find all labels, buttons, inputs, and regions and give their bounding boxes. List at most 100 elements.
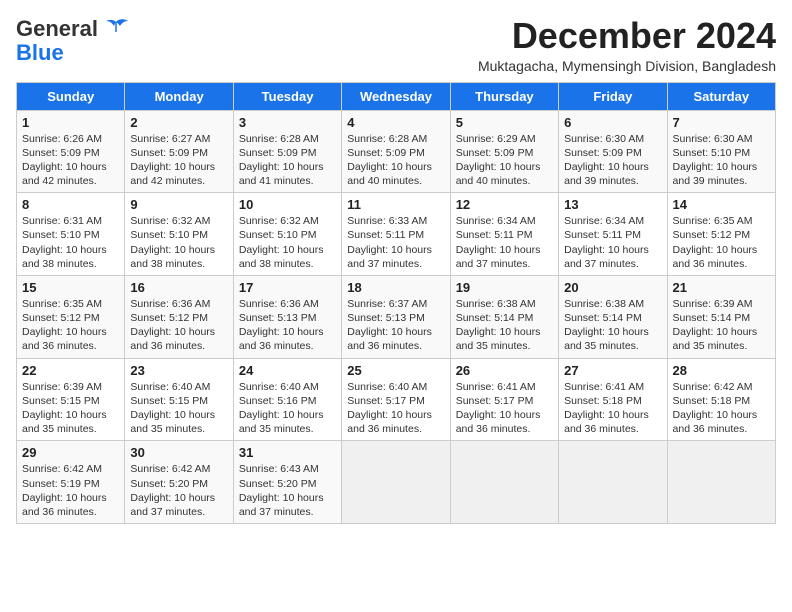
day-number: 22 [22,363,119,378]
day-detail: Sunrise: 6:40 AMSunset: 5:16 PMDaylight:… [239,380,336,437]
calendar-cell: 26 Sunrise: 6:41 AMSunset: 5:17 PMDaylig… [450,358,558,441]
day-detail: Sunrise: 6:28 AMSunset: 5:09 PMDaylight:… [239,132,336,189]
day-detail: Sunrise: 6:42 AMSunset: 5:19 PMDaylight:… [22,462,119,519]
day-number: 21 [673,280,770,295]
day-number: 29 [22,445,119,460]
day-detail: Sunrise: 6:33 AMSunset: 5:11 PMDaylight:… [347,214,444,271]
day-detail: Sunrise: 6:37 AMSunset: 5:13 PMDaylight:… [347,297,444,354]
calendar-cell: 2 Sunrise: 6:27 AMSunset: 5:09 PMDayligh… [125,110,233,193]
day-detail: Sunrise: 6:38 AMSunset: 5:14 PMDaylight:… [456,297,553,354]
col-sunday: Sunday [17,82,125,110]
calendar-week-row: 8 Sunrise: 6:31 AMSunset: 5:10 PMDayligh… [17,193,776,276]
day-detail: Sunrise: 6:42 AMSunset: 5:18 PMDaylight:… [673,380,770,437]
col-tuesday: Tuesday [233,82,341,110]
day-number: 10 [239,197,336,212]
logo: General Blue [16,16,130,66]
day-detail: Sunrise: 6:35 AMSunset: 5:12 PMDaylight:… [673,214,770,271]
day-number: 27 [564,363,661,378]
day-number: 4 [347,115,444,130]
day-number: 14 [673,197,770,212]
calendar-cell: 18 Sunrise: 6:37 AMSunset: 5:13 PMDaylig… [342,275,450,358]
col-wednesday: Wednesday [342,82,450,110]
day-detail: Sunrise: 6:31 AMSunset: 5:10 PMDaylight:… [22,214,119,271]
calendar-cell: 1 Sunrise: 6:26 AMSunset: 5:09 PMDayligh… [17,110,125,193]
calendar-cell: 27 Sunrise: 6:41 AMSunset: 5:18 PMDaylig… [559,358,667,441]
calendar-cell: 31 Sunrise: 6:43 AMSunset: 5:20 PMDaylig… [233,441,341,524]
day-number: 9 [130,197,227,212]
day-detail: Sunrise: 6:27 AMSunset: 5:09 PMDaylight:… [130,132,227,189]
day-number: 24 [239,363,336,378]
location-subtitle: Muktagacha, Mymensingh Division, Banglad… [478,58,776,74]
day-detail: Sunrise: 6:42 AMSunset: 5:20 PMDaylight:… [130,462,227,519]
calendar-cell: 13 Sunrise: 6:34 AMSunset: 5:11 PMDaylig… [559,193,667,276]
day-number: 17 [239,280,336,295]
calendar-cell: 28 Sunrise: 6:42 AMSunset: 5:18 PMDaylig… [667,358,775,441]
day-number: 26 [456,363,553,378]
day-number: 7 [673,115,770,130]
day-number: 5 [456,115,553,130]
calendar-cell: 20 Sunrise: 6:38 AMSunset: 5:14 PMDaylig… [559,275,667,358]
day-number: 25 [347,363,444,378]
calendar-cell: 6 Sunrise: 6:30 AMSunset: 5:09 PMDayligh… [559,110,667,193]
calendar-cell: 25 Sunrise: 6:40 AMSunset: 5:17 PMDaylig… [342,358,450,441]
day-number: 16 [130,280,227,295]
col-thursday: Thursday [450,82,558,110]
calendar-week-row: 22 Sunrise: 6:39 AMSunset: 5:15 PMDaylig… [17,358,776,441]
day-detail: Sunrise: 6:36 AMSunset: 5:13 PMDaylight:… [239,297,336,354]
day-number: 20 [564,280,661,295]
calendar-cell: 16 Sunrise: 6:36 AMSunset: 5:12 PMDaylig… [125,275,233,358]
logo-blue-text: Blue [16,40,64,65]
calendar-cell: 9 Sunrise: 6:32 AMSunset: 5:10 PMDayligh… [125,193,233,276]
day-detail: Sunrise: 6:35 AMSunset: 5:12 PMDaylight:… [22,297,119,354]
day-number: 31 [239,445,336,460]
day-number: 15 [22,280,119,295]
calendar-cell [450,441,558,524]
col-monday: Monday [125,82,233,110]
calendar-cell: 8 Sunrise: 6:31 AMSunset: 5:10 PMDayligh… [17,193,125,276]
calendar-table: Sunday Monday Tuesday Wednesday Thursday… [16,82,776,524]
month-title: December 2024 [478,16,776,56]
calendar-cell: 21 Sunrise: 6:39 AMSunset: 5:14 PMDaylig… [667,275,775,358]
calendar-cell: 30 Sunrise: 6:42 AMSunset: 5:20 PMDaylig… [125,441,233,524]
title-area: December 2024 Muktagacha, Mymensingh Div… [478,16,776,74]
calendar-cell: 3 Sunrise: 6:28 AMSunset: 5:09 PMDayligh… [233,110,341,193]
day-detail: Sunrise: 6:30 AMSunset: 5:09 PMDaylight:… [564,132,661,189]
calendar-cell: 24 Sunrise: 6:40 AMSunset: 5:16 PMDaylig… [233,358,341,441]
day-number: 30 [130,445,227,460]
calendar-week-row: 15 Sunrise: 6:35 AMSunset: 5:12 PMDaylig… [17,275,776,358]
calendar-header-row: Sunday Monday Tuesday Wednesday Thursday… [17,82,776,110]
day-number: 8 [22,197,119,212]
day-number: 3 [239,115,336,130]
logo-bird-icon [102,18,130,40]
day-detail: Sunrise: 6:39 AMSunset: 5:15 PMDaylight:… [22,380,119,437]
calendar-cell: 22 Sunrise: 6:39 AMSunset: 5:15 PMDaylig… [17,358,125,441]
calendar-cell: 15 Sunrise: 6:35 AMSunset: 5:12 PMDaylig… [17,275,125,358]
calendar-week-row: 1 Sunrise: 6:26 AMSunset: 5:09 PMDayligh… [17,110,776,193]
day-number: 1 [22,115,119,130]
day-detail: Sunrise: 6:34 AMSunset: 5:11 PMDaylight:… [564,214,661,271]
calendar-cell: 11 Sunrise: 6:33 AMSunset: 5:11 PMDaylig… [342,193,450,276]
day-detail: Sunrise: 6:41 AMSunset: 5:17 PMDaylight:… [456,380,553,437]
day-detail: Sunrise: 6:36 AMSunset: 5:12 PMDaylight:… [130,297,227,354]
calendar-cell: 4 Sunrise: 6:28 AMSunset: 5:09 PMDayligh… [342,110,450,193]
day-detail: Sunrise: 6:40 AMSunset: 5:17 PMDaylight:… [347,380,444,437]
calendar-cell: 12 Sunrise: 6:34 AMSunset: 5:11 PMDaylig… [450,193,558,276]
day-detail: Sunrise: 6:39 AMSunset: 5:14 PMDaylight:… [673,297,770,354]
calendar-cell: 10 Sunrise: 6:32 AMSunset: 5:10 PMDaylig… [233,193,341,276]
day-number: 2 [130,115,227,130]
calendar-cell: 14 Sunrise: 6:35 AMSunset: 5:12 PMDaylig… [667,193,775,276]
day-detail: Sunrise: 6:38 AMSunset: 5:14 PMDaylight:… [564,297,661,354]
day-detail: Sunrise: 6:34 AMSunset: 5:11 PMDaylight:… [456,214,553,271]
calendar-cell [342,441,450,524]
calendar-week-row: 29 Sunrise: 6:42 AMSunset: 5:19 PMDaylig… [17,441,776,524]
day-number: 11 [347,197,444,212]
calendar-cell: 5 Sunrise: 6:29 AMSunset: 5:09 PMDayligh… [450,110,558,193]
calendar-cell: 19 Sunrise: 6:38 AMSunset: 5:14 PMDaylig… [450,275,558,358]
calendar-cell: 29 Sunrise: 6:42 AMSunset: 5:19 PMDaylig… [17,441,125,524]
day-number: 19 [456,280,553,295]
calendar-cell: 17 Sunrise: 6:36 AMSunset: 5:13 PMDaylig… [233,275,341,358]
calendar-cell [559,441,667,524]
day-number: 23 [130,363,227,378]
day-detail: Sunrise: 6:26 AMSunset: 5:09 PMDaylight:… [22,132,119,189]
col-friday: Friday [559,82,667,110]
